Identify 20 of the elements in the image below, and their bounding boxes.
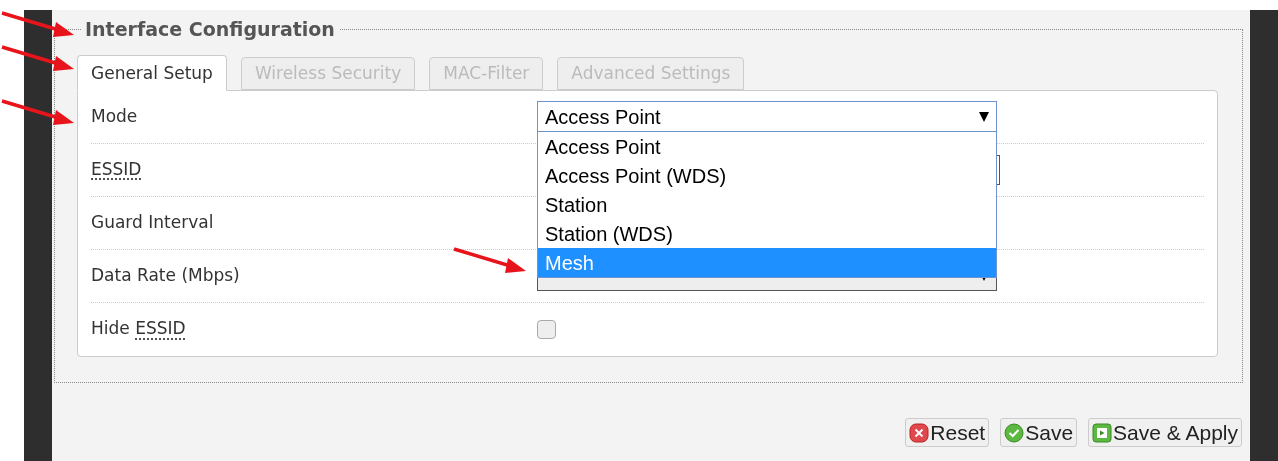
field-label: ESSID bbox=[91, 158, 142, 179]
play-icon bbox=[1092, 422, 1113, 443]
dropdown-option[interactable]: Access Point (WDS) bbox=[538, 161, 996, 190]
check-icon bbox=[1004, 422, 1025, 443]
dropdown-option[interactable]: Station bbox=[538, 190, 996, 219]
action-button[interactable]: Reset bbox=[905, 418, 990, 447]
field-label: Mode bbox=[91, 105, 138, 126]
field-label: Hide ESSID bbox=[91, 318, 186, 339]
action-button[interactable]: Save & Apply bbox=[1088, 418, 1242, 447]
dropdown-option[interactable]: Access Point bbox=[538, 132, 996, 161]
dropdown-option[interactable]: Station (WDS) bbox=[538, 219, 996, 248]
field-label: Guard Interval bbox=[91, 211, 214, 232]
caret-icon bbox=[979, 111, 989, 122]
close-icon bbox=[909, 422, 930, 443]
section-title: Interface Configuration bbox=[84, 17, 336, 42]
field-label: Data Rate (Mbps) bbox=[91, 264, 240, 285]
checkbox[interactable] bbox=[537, 319, 556, 339]
tab[interactable]: General Setup bbox=[77, 54, 227, 91]
action-button[interactable]: Save bbox=[1000, 418, 1078, 447]
dropdown-select[interactable]: Access Point bbox=[537, 101, 997, 132]
